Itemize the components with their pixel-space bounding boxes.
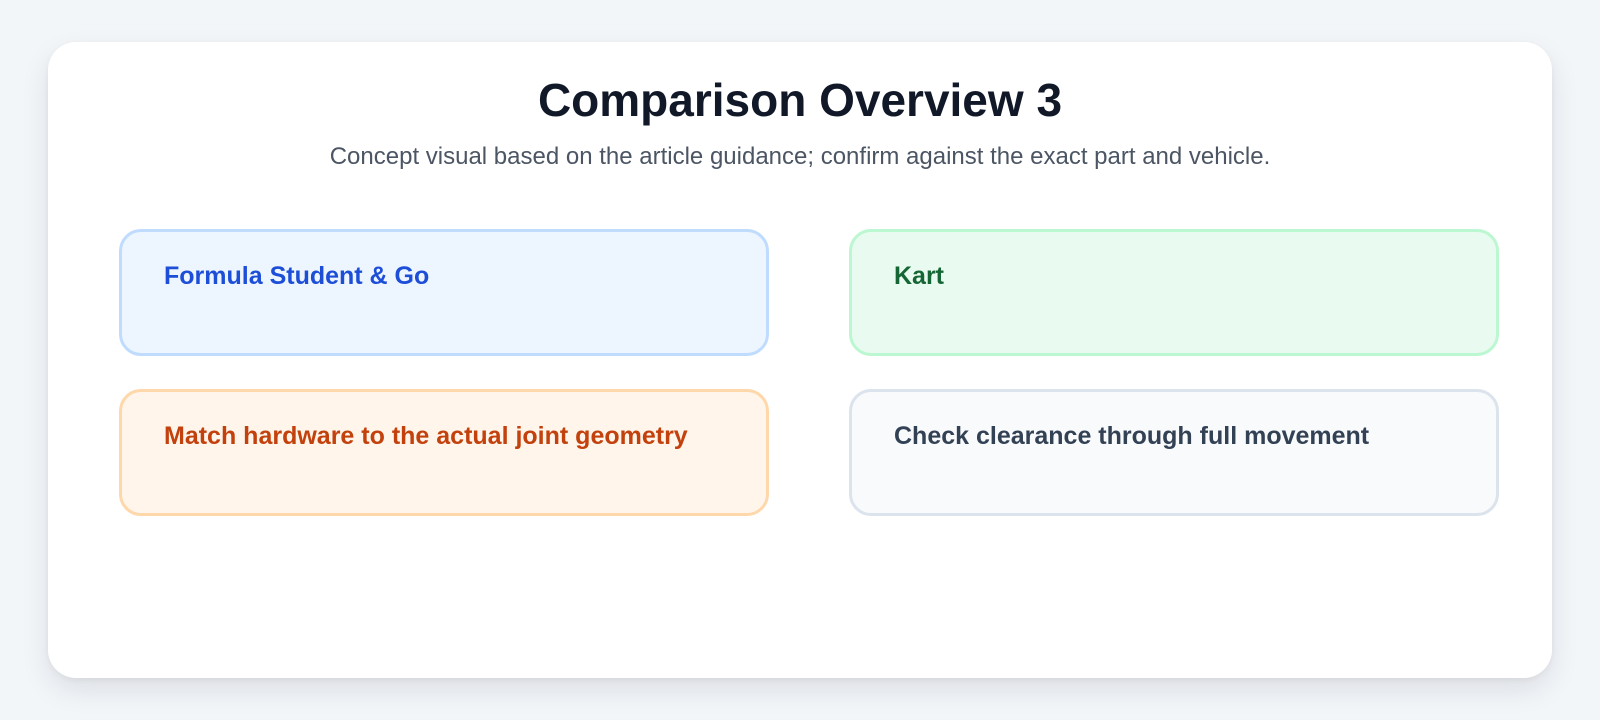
comparison-box-label: Match hardware to the actual joint geome…: [164, 422, 688, 450]
overview-card: Comparison Overview 3 Concept visual bas…: [48, 42, 1552, 678]
comparison-box-label: Check clearance through full movement: [894, 422, 1370, 450]
comparison-box-kart: Kart: [849, 229, 1499, 356]
comparison-box-formula-student: Formula Student & Go: [119, 229, 769, 356]
comparison-box-label: Kart: [894, 262, 945, 290]
comparison-box-label: Formula Student & Go: [164, 262, 430, 290]
page-subtitle: Concept visual based on the article guid…: [329, 143, 1271, 170]
page-title: Comparison Overview 3: [537, 74, 1063, 126]
comparison-box-match-hardware: Match hardware to the actual joint geome…: [119, 389, 769, 516]
comparison-box-check-clearance: Check clearance through full movement: [849, 389, 1499, 516]
